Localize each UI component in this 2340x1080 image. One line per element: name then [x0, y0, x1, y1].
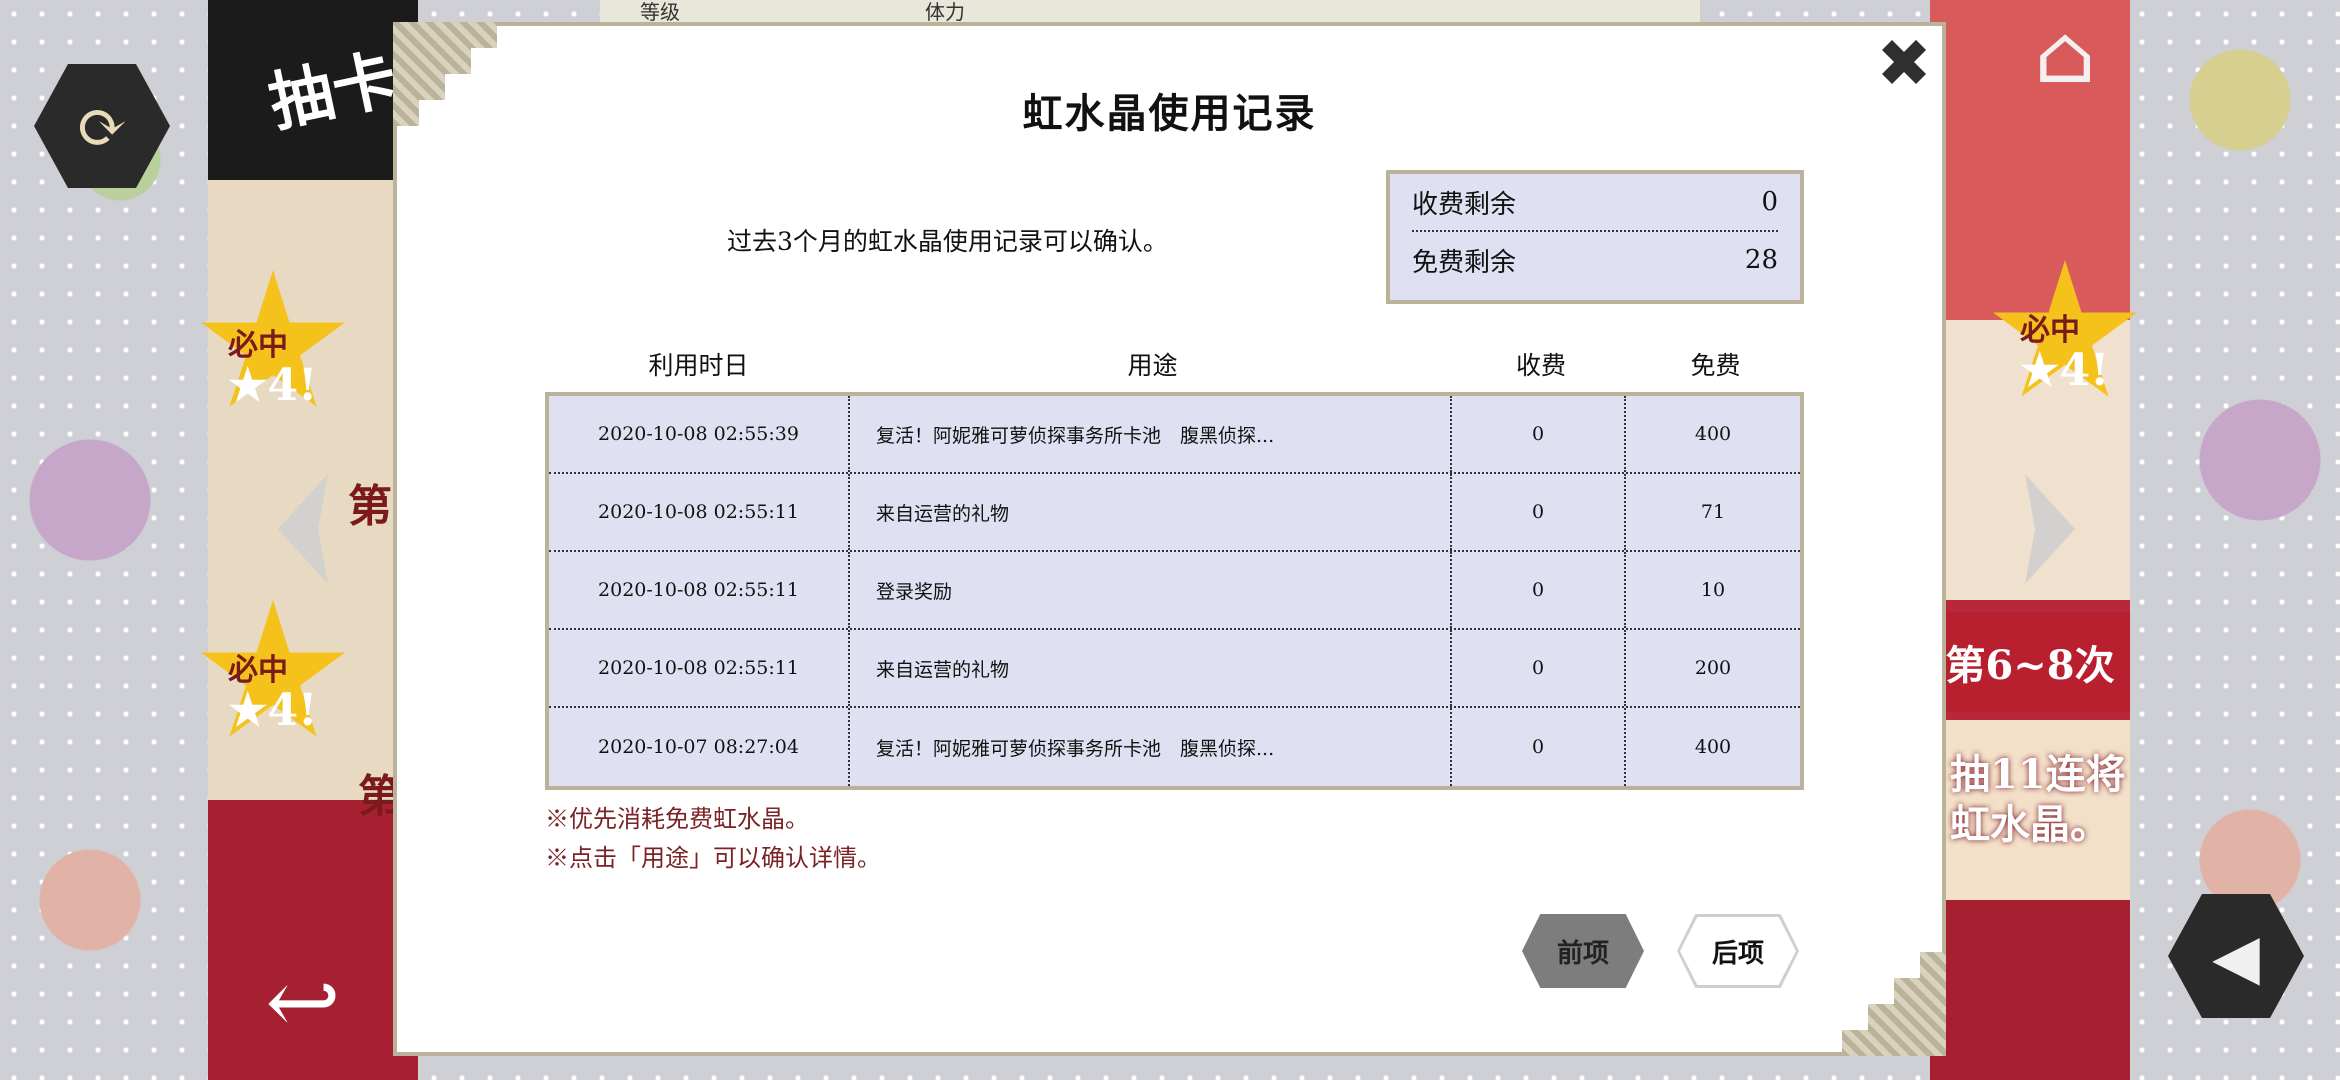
guarantee-star-text: ★4!	[2020, 345, 2110, 396]
banner-ribbon: 第6~8次	[1930, 612, 2130, 712]
header-use: 用途	[1127, 351, 1178, 380]
gacha-banner-right: 必中 ★4!	[1930, 0, 2137, 1080]
home-icon: ⌂	[2034, 8, 2096, 101]
paid-balance-label: 收费剩余	[1412, 189, 1517, 220]
home-button[interactable]: ⌂	[2010, 8, 2120, 118]
row-paid: 0	[1452, 552, 1626, 628]
row-date: 2020-10-07 08:27:04	[549, 708, 850, 786]
dialog-title: 虹水晶使用记录	[1022, 90, 1317, 137]
row-date: 2020-10-08 02:55:11	[549, 552, 850, 628]
row-free: 400	[1694, 423, 1732, 445]
row-use[interactable]: 登录奖励	[850, 552, 1452, 628]
row-paid: 0	[1452, 630, 1626, 706]
guarantee-label: 必中	[228, 328, 288, 363]
row-use[interactable]: 复活！阿妮雅可萝侦探事务所卡池 腹黑侦探...	[850, 708, 1452, 786]
sound-icon: ◀	[2212, 919, 2260, 993]
note-line: ※点击「用途」可以确认详情。	[545, 844, 881, 872]
row-date: 2020-10-08 02:55:11	[549, 474, 850, 550]
table-row: 2020-10-07 08:27:04 复活！阿妮雅可萝侦探事务所卡池 腹黑侦探…	[549, 708, 1800, 786]
banner-title: 抽卡	[262, 41, 404, 142]
refresh-icon: ⟳	[76, 89, 128, 163]
banner-step-label: 第	[348, 481, 392, 532]
prev-page-button[interactable]: 前项	[1522, 914, 1644, 988]
row-free: 400	[1694, 736, 1732, 758]
row-paid: 0	[1452, 708, 1626, 786]
notes: ※优先消耗免费虹水晶。 ※点击「用途」可以确认详情。	[545, 800, 881, 878]
row-use[interactable]: 来自运营的礼物	[850, 630, 1452, 706]
table-row: 2020-10-08 02:55:11 来自运营的礼物 0 200	[549, 630, 1800, 708]
back-icon: ↩	[265, 950, 341, 1055]
header-free: 免费	[1690, 351, 1741, 380]
dialog-subtitle: 过去3个月的虹水晶使用记录可以确认。	[727, 227, 1168, 256]
free-balance-row: 免费剩余 28	[1412, 232, 1778, 288]
row-use[interactable]: 复活！阿妮雅可萝侦探事务所卡池 腹黑侦探...	[850, 396, 1452, 472]
row-free: 10	[1700, 579, 1726, 601]
crystal-usage-dialog: ✖ 虹水晶使用记录 过去3个月的虹水晶使用记录可以确认。 收费剩余 0 免费剩余…	[393, 22, 1946, 1056]
guarantee-label: 必中	[2020, 313, 2080, 348]
row-use[interactable]: 来自运营的礼物	[850, 474, 1452, 550]
row-free: 200	[1694, 657, 1732, 679]
crystal-balance-panel: 收费剩余 0 免费剩余 28	[1386, 170, 1804, 304]
header-paid: 收费	[1515, 351, 1566, 380]
row-date: 2020-10-08 02:55:11	[549, 630, 850, 706]
table-row: 2020-10-08 02:55:11 登录奖励 0 10	[549, 552, 1800, 630]
row-date: 2020-10-08 02:55:39	[549, 396, 850, 472]
back-button[interactable]: ↩	[228, 905, 378, 1055]
banner-crystal-line: 抽11连将	[1950, 751, 2126, 798]
banner-crystal-line: 虹水晶。	[1950, 801, 2110, 848]
guarantee-star-text: ★4!	[228, 685, 318, 736]
header-date: 利用时日	[648, 351, 749, 380]
guarantee-label: 必中	[228, 653, 288, 688]
next-page-button[interactable]: 后项	[1680, 917, 1796, 985]
guarantee-star-text: ★4!	[228, 360, 318, 411]
usage-table: 2020-10-08 02:55:39 复活！阿妮雅可萝侦探事务所卡池 腹黑侦探…	[545, 392, 1804, 790]
row-paid: 0	[1452, 474, 1626, 550]
row-paid: 0	[1452, 396, 1626, 472]
table-row: 2020-10-08 02:55:39 复活！阿妮雅可萝侦探事务所卡池 腹黑侦探…	[549, 396, 1800, 474]
table-row: 2020-10-08 02:55:11 来自运营的礼物 0 71	[549, 474, 1800, 552]
dialog-corner-ornament	[1842, 952, 1946, 1056]
row-free: 71	[1700, 501, 1726, 523]
free-balance-value: 28	[1744, 245, 1778, 275]
free-balance-label: 免费剩余	[1412, 247, 1517, 278]
usage-table-header: 利用时日 用途 收费 免费	[546, 346, 1803, 382]
paid-balance-row: 收费剩余 0	[1412, 174, 1778, 232]
banner-crystal-text: 抽11连将 虹水晶。	[1950, 750, 2126, 850]
paid-balance-value: 0	[1761, 187, 1778, 217]
note-line: ※优先消耗免费虹水晶。	[545, 805, 809, 833]
top-stat-bar: 等级 体力	[600, 0, 1700, 24]
